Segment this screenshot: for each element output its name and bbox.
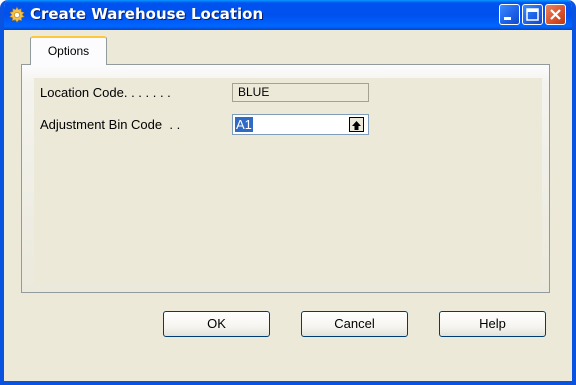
cancel-button[interactable]: Cancel bbox=[301, 311, 408, 337]
minimize-icon bbox=[504, 17, 511, 20]
minimize-button[interactable] bbox=[499, 4, 520, 25]
title-bar[interactable]: Create Warehouse Location bbox=[4, 0, 572, 30]
gear-icon bbox=[8, 6, 26, 24]
options-content-area bbox=[34, 78, 542, 284]
maximize-icon bbox=[526, 8, 539, 21]
adjustment-bin-code-label: Adjustment Bin Code . . bbox=[40, 117, 181, 132]
window-title: Create Warehouse Location bbox=[30, 5, 264, 23]
dialog-window: Create Warehouse Location Options Locati… bbox=[0, 0, 576, 385]
close-icon bbox=[550, 9, 561, 20]
maximize-button[interactable] bbox=[522, 4, 543, 25]
close-button[interactable] bbox=[545, 4, 566, 25]
ok-button[interactable]: OK bbox=[163, 311, 270, 337]
location-code-label: Location Code. . . . . . . bbox=[40, 85, 171, 100]
tab-options[interactable]: Options bbox=[30, 36, 107, 65]
up-arrow-lookup-icon[interactable] bbox=[349, 117, 364, 132]
adjustment-bin-code-value: A1 bbox=[235, 117, 253, 132]
adjustment-bin-code-input[interactable]: A1 bbox=[232, 114, 369, 135]
location-code-field: BLUE bbox=[232, 83, 369, 102]
help-button[interactable]: Help bbox=[439, 311, 546, 337]
